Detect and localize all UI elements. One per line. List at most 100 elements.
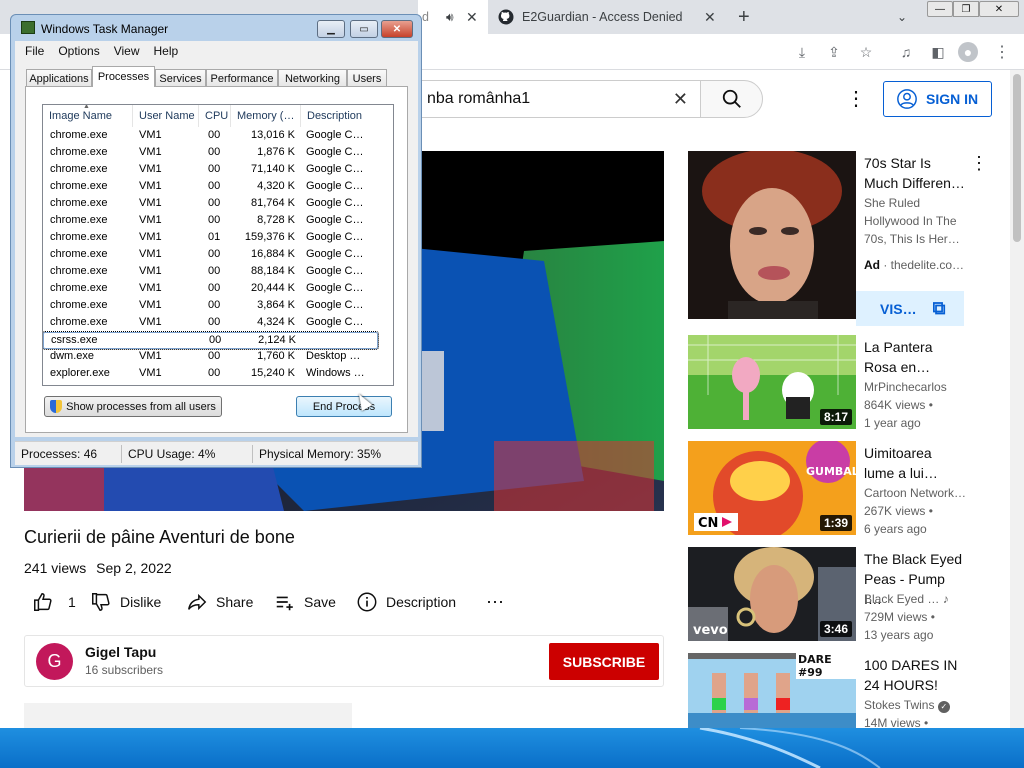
list-item[interactable]: 70s Star Is Much Differen… ⋮ She Ruled Ho…: [688, 151, 1008, 329]
visit-label: VIS…: [880, 300, 917, 317]
table-row[interactable]: chrome.exe VM1 00 1,876 K Google C…: [43, 145, 378, 162]
thumbnail[interactable]: 8:17: [688, 335, 856, 429]
end-process-button[interactable]: End Process: [296, 396, 392, 417]
channel-name[interactable]: Stokes Twins ✓: [864, 698, 972, 713]
table-row[interactable]: chrome.exe VM1 00 3,864 K Google C…: [43, 298, 378, 315]
share-icon: [188, 593, 207, 611]
sign-in-label: SIGN IN: [926, 91, 979, 107]
search-input[interactable]: nba românha1 ✕: [400, 80, 700, 118]
table-row[interactable]: chrome.exe VM1 00 71,140 K Google C…: [43, 162, 378, 179]
column-cpu[interactable]: CPU: [199, 105, 231, 127]
list-item[interactable]: DARE #99 100 DARES IN 24 HOURS! Stokes Tw…: [688, 653, 1008, 728]
menu-view[interactable]: View: [114, 44, 140, 58]
column-image-name[interactable]: Image Name ▲: [43, 105, 133, 127]
share-button[interactable]: Share: [186, 590, 253, 614]
page-scrollbar-thumb[interactable]: [1013, 74, 1021, 242]
install-app-icon[interactable]: ⤓: [792, 42, 812, 62]
column-memory[interactable]: Memory (…: [231, 105, 301, 127]
table-row[interactable]: dwm.exe VM1 00 1,760 K Desktop …: [43, 349, 378, 366]
account-icon: [897, 89, 917, 109]
thumbnail-caption: DARE #99: [796, 653, 856, 679]
new-tab-button[interactable]: +: [738, 0, 758, 34]
subscribe-button[interactable]: SUBSCRIBE: [549, 643, 659, 680]
minimize-window-button[interactable]: —: [927, 1, 953, 17]
table-row[interactable]: chrome.exe VM1 00 8,728 K Google C…: [43, 213, 378, 230]
table-row[interactable]: chrome.exe VM1 00 16,884 K Google C…: [43, 247, 378, 264]
cell-image-name: chrome.exe: [50, 146, 108, 158]
column-description[interactable]: Description: [301, 105, 393, 127]
description-button[interactable]: Description: [356, 590, 456, 614]
column-user-name[interactable]: User Name: [133, 105, 199, 127]
menu-file[interactable]: File: [25, 44, 44, 58]
visit-site-button[interactable]: VIS… ⧉: [856, 291, 964, 326]
table-row[interactable]: explorer.exe VM1 00 15,240 K Windows …: [43, 366, 378, 383]
minimize-button[interactable]: ▁: [317, 20, 345, 38]
media-control-icon[interactable]: ♫: [896, 42, 916, 62]
share-page-icon[interactable]: ⇪: [824, 42, 844, 62]
close-tab-icon[interactable]: ✕: [704, 9, 716, 26]
more-vert-icon[interactable]: ⋮: [970, 153, 988, 174]
clear-search-icon[interactable]: ✕: [673, 89, 688, 110]
tab-e2guardian[interactable]: E2Guardian - Access Denied ✕: [490, 0, 728, 34]
tab-applications[interactable]: Applications: [26, 69, 92, 87]
status-processes: Processes: 46: [15, 444, 122, 463]
table-row[interactable]: chrome.exe VM1 01 159,376 K Google C…: [43, 230, 378, 247]
table-row[interactable]: chrome.exe VM1 00 13,016 K Google C…: [43, 128, 378, 145]
cell-description: Google C…: [306, 129, 364, 141]
audio-icon[interactable]: 🔊︎: [446, 10, 454, 25]
dislike-button[interactable]: Dislike: [90, 590, 161, 614]
avatar-initial: G: [47, 651, 62, 671]
thumbnail[interactable]: [688, 151, 856, 319]
profile-avatar-icon[interactable]: ●: [958, 42, 978, 62]
table-row[interactable]: chrome.exe VM1 00 20,444 K Google C…: [43, 281, 378, 298]
channel-name[interactable]: MrPinchecarlos: [864, 380, 972, 394]
sign-in-button[interactable]: SIGN IN: [883, 81, 992, 117]
channel-name[interactable]: Black Eyed … ♪: [864, 592, 972, 606]
view-count: 729M views •: [864, 610, 935, 624]
table-row[interactable]: chrome.exe VM1 00 4,324 K Google C…: [43, 315, 378, 332]
more-actions-icon[interactable]: ⋯: [486, 590, 504, 614]
tab-processes[interactable]: Processes: [92, 66, 155, 87]
maximize-button[interactable]: ▭: [350, 20, 378, 38]
thumbnail[interactable]: vevo 3:46: [688, 547, 856, 641]
tab-services[interactable]: Services: [155, 69, 206, 87]
channel-avatar[interactable]: G: [36, 643, 73, 680]
channel-name[interactable]: Gigel Tapu: [85, 644, 156, 660]
cell-description: Google C…: [306, 248, 364, 260]
restore-window-button[interactable]: ❐: [953, 1, 979, 17]
close-window-button[interactable]: ✕: [979, 1, 1019, 17]
side-panel-icon[interactable]: ◧: [928, 42, 948, 62]
thumbnail[interactable]: GUMBALL CN 1:39: [688, 441, 856, 535]
close-tab-icon[interactable]: ✕: [466, 9, 478, 26]
save-button[interactable]: Save: [274, 590, 336, 614]
open-external-icon: ⧉: [932, 298, 946, 318]
list-item[interactable]: GUMBALL CN 1:39 Uimitoarealume a lui… Ca…: [688, 441, 1008, 541]
tab-performance[interactable]: Performance: [206, 69, 278, 87]
cell-memory: 88,184 K: [250, 265, 295, 277]
thumbnail[interactable]: DARE #99: [688, 653, 856, 728]
tab-networking[interactable]: Networking: [278, 69, 347, 87]
browser-menu-icon[interactable]: ⋮: [992, 42, 1012, 62]
like-button[interactable]: 1: [32, 590, 76, 614]
table-row[interactable]: chrome.exe VM1 00 81,764 K Google C…: [43, 196, 378, 213]
list-item[interactable]: 8:17 La Pantera Rosa en… MrPinchecarlos 8…: [688, 335, 1008, 435]
cell-user-name: VM1: [139, 316, 162, 328]
menu-help[interactable]: Help: [154, 44, 179, 58]
task-manager-menubar: File Options View Help: [15, 41, 418, 61]
tab-users[interactable]: Users: [347, 69, 387, 87]
table-row[interactable]: chrome.exe VM1 00 88,184 K Google C…: [43, 264, 378, 281]
close-button[interactable]: ✕: [381, 20, 413, 38]
task-manager-titlebar[interactable]: Windows Task Manager ▁ ▭ ✕: [11, 15, 421, 41]
list-item[interactable]: vevo 3:46 The Black Eyed Peas - Pump I… B…: [688, 547, 1008, 647]
settings-menu-icon[interactable]: ⋮: [846, 86, 866, 111]
cell-description: Google C…: [306, 299, 364, 311]
tab-search-chevron-icon[interactable]: ⌄: [897, 0, 913, 34]
search-button[interactable]: [700, 80, 763, 118]
table-row[interactable]: chrome.exe VM1 00 4,320 K Google C…: [43, 179, 378, 196]
show-all-processes-button[interactable]: Show processes from all users: [44, 396, 222, 417]
menu-options[interactable]: Options: [58, 44, 99, 58]
bookmark-star-icon[interactable]: ☆: [856, 42, 876, 62]
tab-current-video[interactable]: d 🔊︎ ✕: [418, 0, 488, 34]
channel-name[interactable]: Cartoon Network…: [864, 486, 972, 500]
table-row[interactable]: csrss.exe 00 2,124 K: [43, 331, 379, 350]
